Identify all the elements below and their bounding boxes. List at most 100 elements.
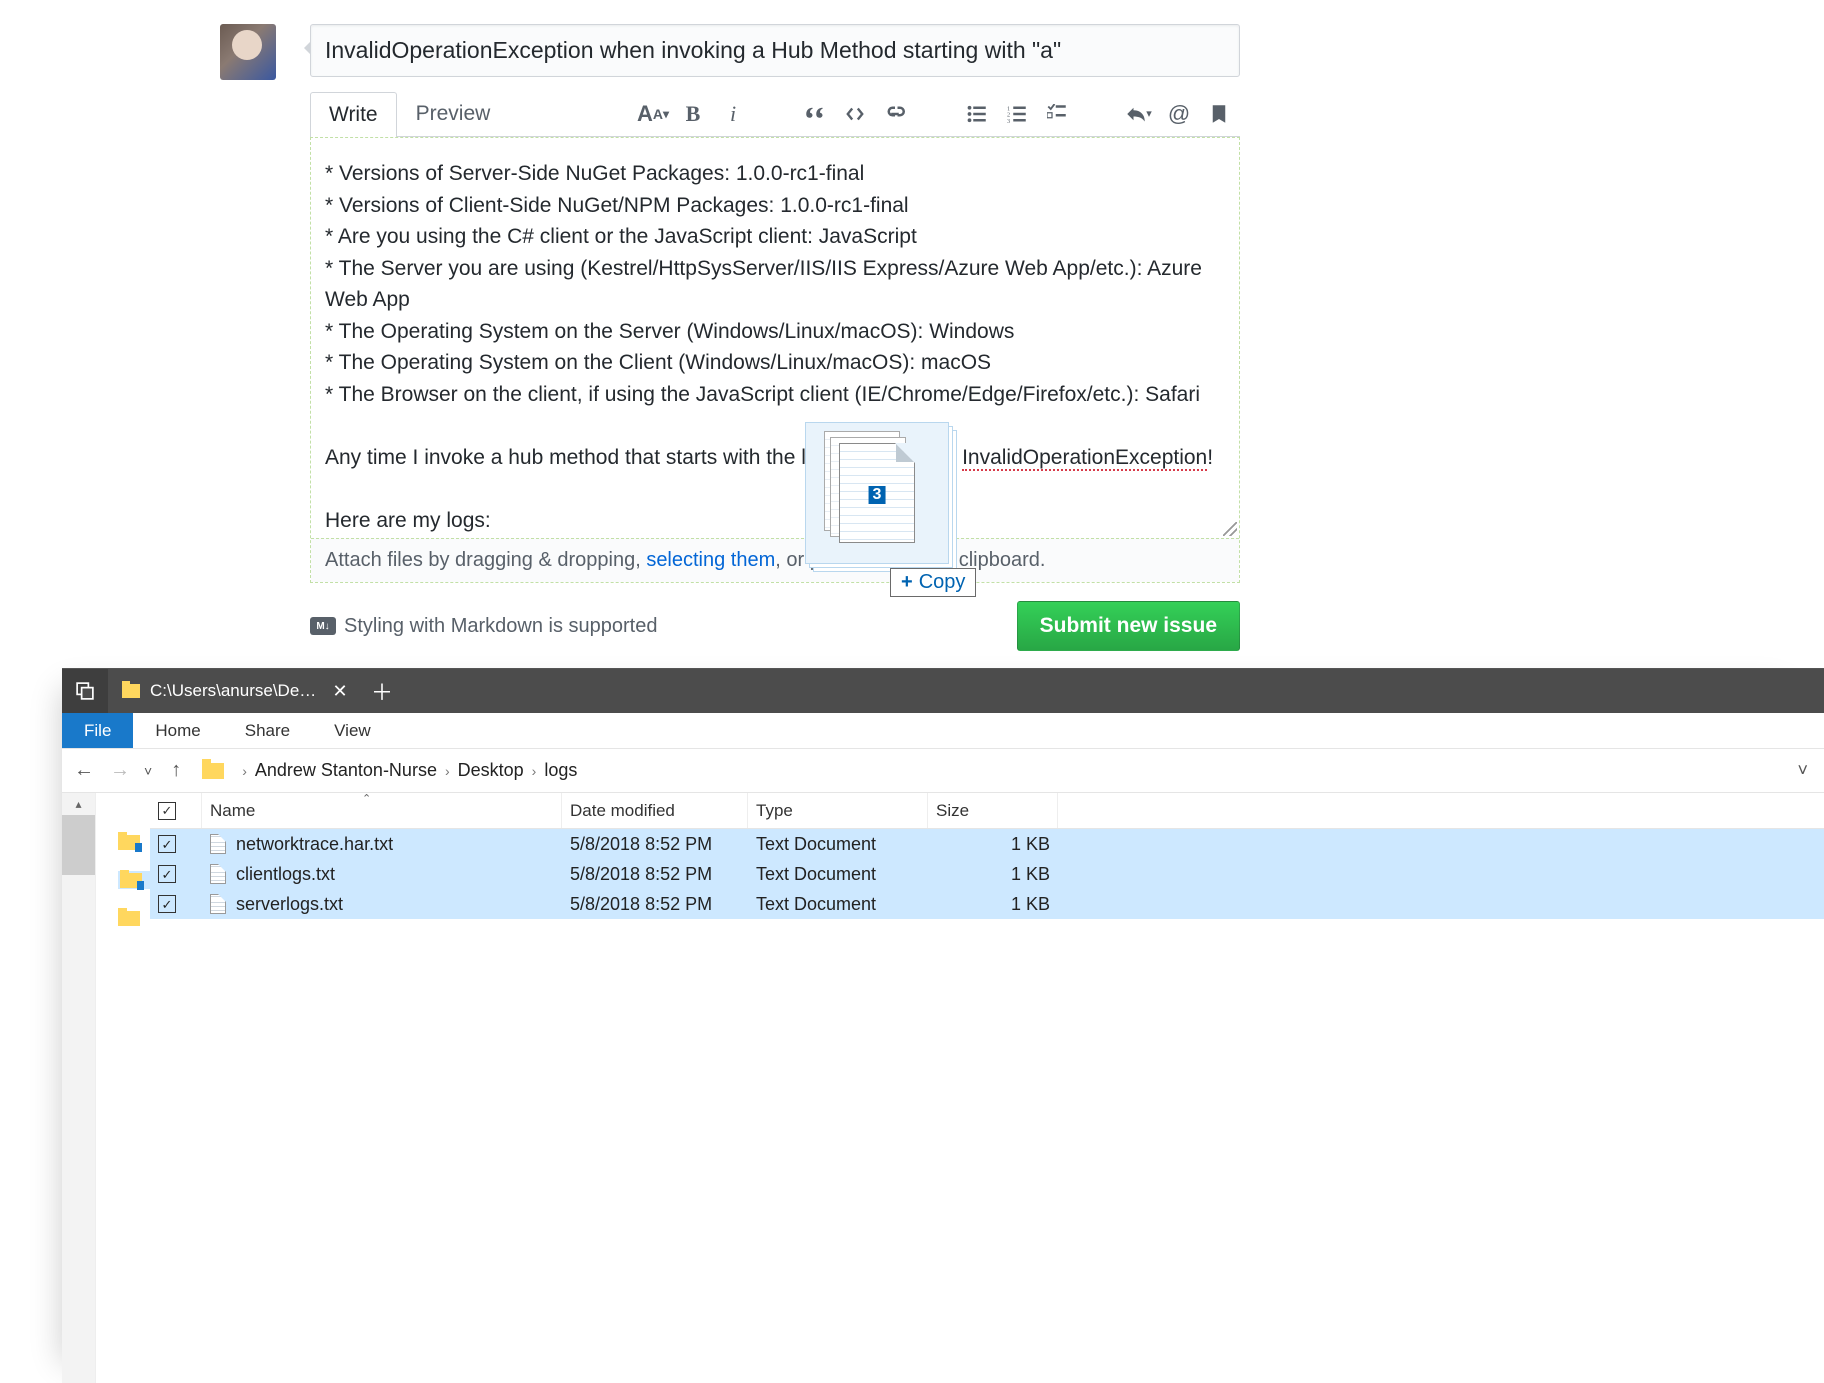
ordered-list-icon[interactable]: 123 xyxy=(1004,101,1030,127)
editor-line: * The Operating System on the Client (Wi… xyxy=(325,347,1225,379)
file-type: Text Document xyxy=(756,894,876,915)
ribbon-view[interactable]: View xyxy=(312,713,393,748)
text-file-icon xyxy=(210,894,226,914)
tab-preview[interactable]: Preview xyxy=(397,91,510,136)
address-dropdown-button[interactable]: ˅ xyxy=(1789,760,1816,781)
italic-icon[interactable]: i xyxy=(720,101,746,127)
svg-text:3: 3 xyxy=(1007,117,1010,123)
breadcrumb-segment[interactable]: logs xyxy=(544,760,577,781)
nav-up-button[interactable]: ↑ xyxy=(162,757,190,785)
avatar[interactable] xyxy=(220,24,276,80)
column-type[interactable]: Type xyxy=(756,801,793,821)
link-icon[interactable] xyxy=(882,101,908,127)
file-row[interactable]: clientlogs.txt 5/8/2018 8:52 PM Text Docum… xyxy=(150,859,1824,889)
file-date: 5/8/2018 8:52 PM xyxy=(570,894,712,915)
issue-title-input[interactable] xyxy=(310,24,1240,77)
drag-action-chip: + Copy xyxy=(890,568,976,597)
text-file-icon xyxy=(210,864,226,884)
file-size: 1 KB xyxy=(1011,894,1050,915)
folder-icon xyxy=(202,763,224,779)
attach-hint-prefix: Attach files by dragging & dropping, xyxy=(325,549,646,571)
quote-icon[interactable] xyxy=(802,101,828,127)
unordered-list-icon[interactable] xyxy=(964,101,990,127)
breadcrumb-segment[interactable]: Desktop xyxy=(458,760,524,781)
folder-icon[interactable] xyxy=(118,835,140,850)
bold-icon[interactable]: B xyxy=(680,101,706,127)
nav-tree[interactable] xyxy=(96,793,150,1383)
mention-icon[interactable]: @ xyxy=(1166,101,1192,127)
chevron-right-icon: › xyxy=(242,763,247,779)
tab-write[interactable]: Write xyxy=(310,92,397,137)
editor-line: * The Operating System on the Server (Wi… xyxy=(325,316,1225,348)
issue-body-textarea[interactable]: * Versions of Server-Side NuGet Packages… xyxy=(311,138,1239,538)
folder-icon[interactable] xyxy=(118,911,140,926)
new-tab-button[interactable]: ＋ xyxy=(360,669,404,713)
ribbon-share[interactable]: Share xyxy=(223,713,312,748)
spelling-error: InvalidOperationException xyxy=(962,446,1207,471)
editor-line: * Versions of Client-Side NuGet/NPM Pack… xyxy=(325,190,1225,222)
row-checkbox[interactable] xyxy=(158,865,176,883)
editor-line: * Versions of Server-Side NuGet Packages… xyxy=(325,158,1225,190)
code-icon[interactable] xyxy=(842,101,868,127)
markdown-icon: M↓ xyxy=(310,617,336,635)
explorer-tab[interactable]: C:\Users\anurse\Desktc ✕ xyxy=(108,669,360,713)
sort-asc-icon: ⌃ xyxy=(362,792,371,805)
file-row[interactable]: networktrace.har.txt 5/8/2018 8:52 PM Text… xyxy=(150,829,1824,859)
file-name: clientlogs.txt xyxy=(236,864,335,885)
issue-composer: Write Preview AA▾ B i xyxy=(310,24,1240,651)
file-name: networktrace.har.txt xyxy=(236,834,393,855)
plus-icon: + xyxy=(901,571,913,594)
nav-back-button[interactable]: ← xyxy=(70,757,98,785)
file-explorer-window: C:\Users\anurse\Desktc ✕ ＋ File Home Sha… xyxy=(62,668,1824,1383)
file-type: Text Document xyxy=(756,834,876,855)
ribbon-home[interactable]: Home xyxy=(133,713,222,748)
editor-toolbar: AA▾ B i xyxy=(640,101,1240,127)
file-size: 1 KB xyxy=(1011,834,1050,855)
saved-reply-icon[interactable]: ▾ xyxy=(1126,101,1152,127)
column-name[interactable]: Name xyxy=(210,801,255,821)
row-checkbox[interactable] xyxy=(158,835,176,853)
file-type: Text Document xyxy=(756,864,876,885)
nav-history-button[interactable]: ˅ xyxy=(142,763,154,779)
attach-select-link[interactable]: selecting them xyxy=(646,549,775,571)
scroll-up-icon[interactable]: ▴ xyxy=(62,793,95,815)
ribbon-file[interactable]: File xyxy=(62,713,133,748)
column-size[interactable]: Size xyxy=(936,801,969,821)
file-size: 1 KB xyxy=(1011,864,1050,885)
task-view-button[interactable] xyxy=(62,669,108,713)
folder-icon xyxy=(122,684,140,698)
editor-line: Any time I invoke a hub method that star… xyxy=(325,442,1225,474)
editor-line: * Are you using the C# client or the Jav… xyxy=(325,221,1225,253)
editor-line: * The Server you are using (Kestrel/Http… xyxy=(325,253,1225,316)
file-list: Name ⌃ Date modified Type Size networktr… xyxy=(150,793,1824,1383)
editor-line xyxy=(325,473,1225,505)
close-tab-button[interactable]: ✕ xyxy=(330,681,350,701)
drag-file-count: 3 xyxy=(869,486,886,504)
submit-issue-button[interactable]: Submit new issue xyxy=(1017,601,1240,651)
markdown-hint-label: Styling with Markdown is supported xyxy=(344,615,657,638)
file-date: 5/8/2018 8:52 PM xyxy=(570,834,712,855)
address-bar[interactable]: › Andrew Stanton-Nurse › Desktop › logs … xyxy=(198,756,1816,786)
attach-hint: Attach files by dragging & dropping, sel… xyxy=(311,538,1239,582)
chevron-right-icon: › xyxy=(532,763,537,779)
file-date: 5/8/2018 8:52 PM xyxy=(570,864,712,885)
drag-ghost: 3 xyxy=(805,422,949,564)
editor-line: Here are my logs: xyxy=(325,505,1225,537)
folder-icon[interactable] xyxy=(120,873,142,888)
nav-forward-button: → xyxy=(106,757,134,785)
resize-handle-icon[interactable] xyxy=(1223,522,1237,536)
chevron-right-icon: › xyxy=(445,763,450,779)
tree-scrollbar[interactable]: ▴ xyxy=(62,793,96,1383)
breadcrumb-segment[interactable]: Andrew Stanton-Nurse xyxy=(255,760,437,781)
column-date[interactable]: Date modified xyxy=(570,801,675,821)
row-checkbox[interactable] xyxy=(158,895,176,913)
file-name: serverlogs.txt xyxy=(236,894,343,915)
bookmark-icon[interactable] xyxy=(1206,101,1232,127)
explorer-tab-label: C:\Users\anurse\Desktc xyxy=(150,681,320,701)
file-row[interactable]: serverlogs.txt 5/8/2018 8:52 PM Text Docum… xyxy=(150,889,1824,919)
select-all-checkbox[interactable] xyxy=(158,802,176,820)
task-list-icon[interactable] xyxy=(1044,101,1070,127)
editor-line xyxy=(325,410,1225,442)
text-size-icon[interactable]: AA▾ xyxy=(640,101,666,127)
text-file-icon xyxy=(210,834,226,854)
